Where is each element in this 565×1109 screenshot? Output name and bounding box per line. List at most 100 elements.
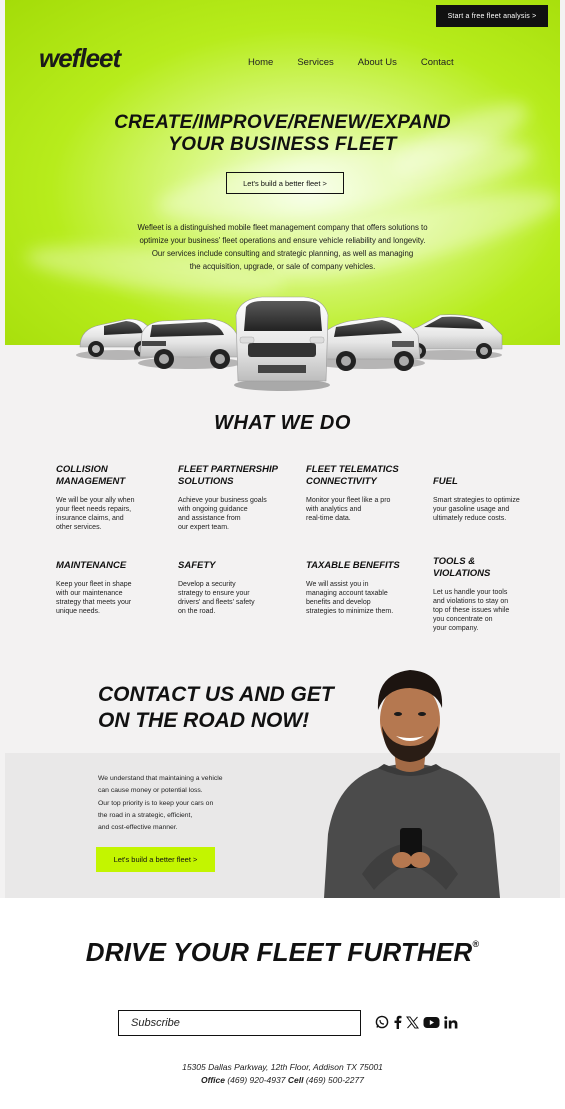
service-line: strategy to ensure your <box>178 590 250 597</box>
service-title-line: SAFETY <box>178 560 216 571</box>
hero-title-line-2: YOUR BUSINESS FLEET <box>168 134 397 155</box>
service-line: with our maintenance <box>56 590 123 597</box>
service-title-line: SOLUTIONS <box>178 476 234 487</box>
hero-description-line: Wefleet is a distinguished mobile fleet … <box>137 223 428 232</box>
service-title: TOOLS & VIOLATIONS <box>433 556 545 580</box>
service-line: top of these issues while <box>433 607 510 614</box>
hero-description-line: Our services include consulting and stra… <box>151 249 414 258</box>
registered-mark: ® <box>472 939 480 949</box>
service-line: real-time data. <box>306 515 351 522</box>
address-line: 15305 Dallas Parkway, 12th Floor, Addiso… <box>182 1062 383 1072</box>
facebook-icon[interactable] <box>393 1015 402 1029</box>
service-description: Smart strategies to optimize your gasoli… <box>433 496 545 523</box>
service-description: Monitor your fleet like a pro with analy… <box>306 496 424 523</box>
service-tools-violations: TOOLS & VIOLATIONS Let us handle your too… <box>433 556 545 633</box>
service-title: TAXABLE BENEFITS <box>306 560 424 572</box>
service-taxable-benefits: TAXABLE BENEFITS We will assist you in m… <box>306 560 424 616</box>
subscribe-input[interactable]: Subscribe <box>118 1010 361 1036</box>
service-title: FLEET TELEMATICS CONNECTIVITY <box>306 464 424 488</box>
service-title-line: FLEET PARTNERSHIP <box>178 464 278 475</box>
office-label: Office <box>201 1075 225 1085</box>
contact-line: and cost-effective manner. <box>98 824 178 832</box>
fleet-cars-image <box>0 285 565 395</box>
service-line: Monitor your fleet like a pro <box>306 497 391 504</box>
main-nav: Home Services About Us Contact <box>248 57 454 68</box>
service-line: Achieve your business goals <box>178 497 267 504</box>
office-phone[interactable]: (469) 920-4937 <box>227 1075 285 1085</box>
service-safety: SAFETY Develop a security strategy to en… <box>178 560 296 616</box>
nav-home[interactable]: Home <box>248 57 273 68</box>
phone-line: Office (469) 920-4937 Cell (469) 500-227… <box>0 1074 565 1087</box>
logo[interactable]: wefleet <box>39 43 121 74</box>
service-title-line: TAXABLE BENEFITS <box>306 560 400 571</box>
service-collision-management: COLLISION MANAGEMENT We will be your ally… <box>56 464 166 532</box>
contact-cta-button[interactable]: Let's build a better fleet > <box>96 847 215 872</box>
service-description: Achieve your business goals with ongoing… <box>178 496 296 532</box>
service-line: strategy that meets your <box>56 599 132 606</box>
x-icon[interactable] <box>406 1015 419 1029</box>
service-title-line: MAINTENANCE <box>56 560 127 571</box>
service-title: MAINTENANCE <box>56 560 166 572</box>
service-fuel: FUEL Smart strategies to optimize your g… <box>433 476 545 523</box>
service-title-line: TOOLS & <box>433 556 476 567</box>
cell-phone[interactable]: (469) 500-2277 <box>306 1075 364 1085</box>
service-line: managing account taxable <box>306 590 388 597</box>
contact-line: the road in a strategic, efficient, <box>98 811 193 819</box>
contact-description: We understand that maintaining a vehicle… <box>98 773 223 834</box>
service-line: other services. <box>56 524 102 531</box>
contact-title: CONTACT US AND GET ON THE ROAD NOW! <box>98 682 334 734</box>
footer-tagline: DRIVE YOUR FLEET FURTHER® <box>0 937 565 968</box>
whatsapp-icon[interactable] <box>375 1015 389 1029</box>
hero-cta-button[interactable]: Let's build a better fleet > <box>226 172 344 194</box>
service-line: and violations to stay on <box>433 598 509 605</box>
tagline-text: DRIVE YOUR FLEET FURTHER <box>85 937 473 967</box>
nav-contact[interactable]: Contact <box>421 57 454 68</box>
hero-description-line: optimize your business' fleet operations… <box>139 236 426 245</box>
service-line: strategies to minimize them. <box>306 608 394 615</box>
service-title-line: COLLISION <box>56 464 108 475</box>
service-description: Keep your fleet in shape with our mainte… <box>56 580 166 616</box>
service-fleet-telematics: FLEET TELEMATICS CONNECTIVITY Monitor you… <box>306 464 424 523</box>
social-links <box>375 1015 458 1029</box>
service-line: Keep your fleet in shape <box>56 581 132 588</box>
service-line: you concentrate on <box>433 616 493 623</box>
service-line: and assistance from <box>178 515 241 522</box>
service-line: drivers' and fleets' safety <box>178 599 255 606</box>
service-description: We will be your ally when your fleet nee… <box>56 496 166 532</box>
free-analysis-button[interactable]: Start a free fleet analysis > <box>436 5 548 27</box>
service-line: Let us handle your tools <box>433 589 508 596</box>
service-title-line: FLEET TELEMATICS <box>306 464 399 475</box>
service-description: Let us handle your tools and violations … <box>433 588 545 633</box>
service-title: FUEL <box>433 476 545 488</box>
contact-title-line-2: ON THE ROAD NOW! <box>98 709 310 732</box>
contact-line: Our top priority is to keep your cars on <box>98 799 214 807</box>
linkedin-icon[interactable] <box>444 1015 458 1029</box>
nav-about-us[interactable]: About Us <box>358 57 397 68</box>
service-line: We will assist you in <box>306 581 369 588</box>
service-title-line: VIOLATIONS <box>433 568 491 579</box>
service-line: with ongoing guidance <box>178 506 248 513</box>
service-line: We will be your ally when <box>56 497 135 504</box>
service-fleet-partnership: FLEET PARTNERSHIP SOLUTIONS Achieve your … <box>178 464 296 532</box>
service-line: your company. <box>433 625 479 632</box>
car-van <box>235 296 329 382</box>
service-line: benefits and develop <box>306 599 371 606</box>
service-line: with analytics and <box>306 506 362 513</box>
service-line: Smart strategies to optimize <box>433 497 520 504</box>
service-description: We will assist you in managing account t… <box>306 580 424 616</box>
hero-title-line-1: CREATE/IMPROVE/RENEW/EXPAND <box>114 112 451 133</box>
youtube-icon[interactable] <box>423 1015 440 1029</box>
hero-description-line: the acquisition, upgrade, or sale of com… <box>189 262 376 271</box>
service-line: our expert team. <box>178 524 229 531</box>
service-line: ultimately reduce costs. <box>433 515 507 522</box>
cell-label: Cell <box>287 1075 304 1085</box>
service-title-line: MANAGEMENT <box>56 476 126 487</box>
nav-services[interactable]: Services <box>297 57 333 68</box>
service-title: FLEET PARTNERSHIP SOLUTIONS <box>178 464 296 488</box>
service-line: your gasoline usage and <box>433 506 510 513</box>
service-maintenance: MAINTENANCE Keep your fleet in shape wit… <box>56 560 166 616</box>
contact-line: can cause money or potential loss. <box>98 787 203 795</box>
service-line: insurance claims, and <box>56 515 124 522</box>
service-title-line: FUEL <box>433 476 458 487</box>
footer-address: 15305 Dallas Parkway, 12th Floor, Addiso… <box>0 1061 565 1087</box>
